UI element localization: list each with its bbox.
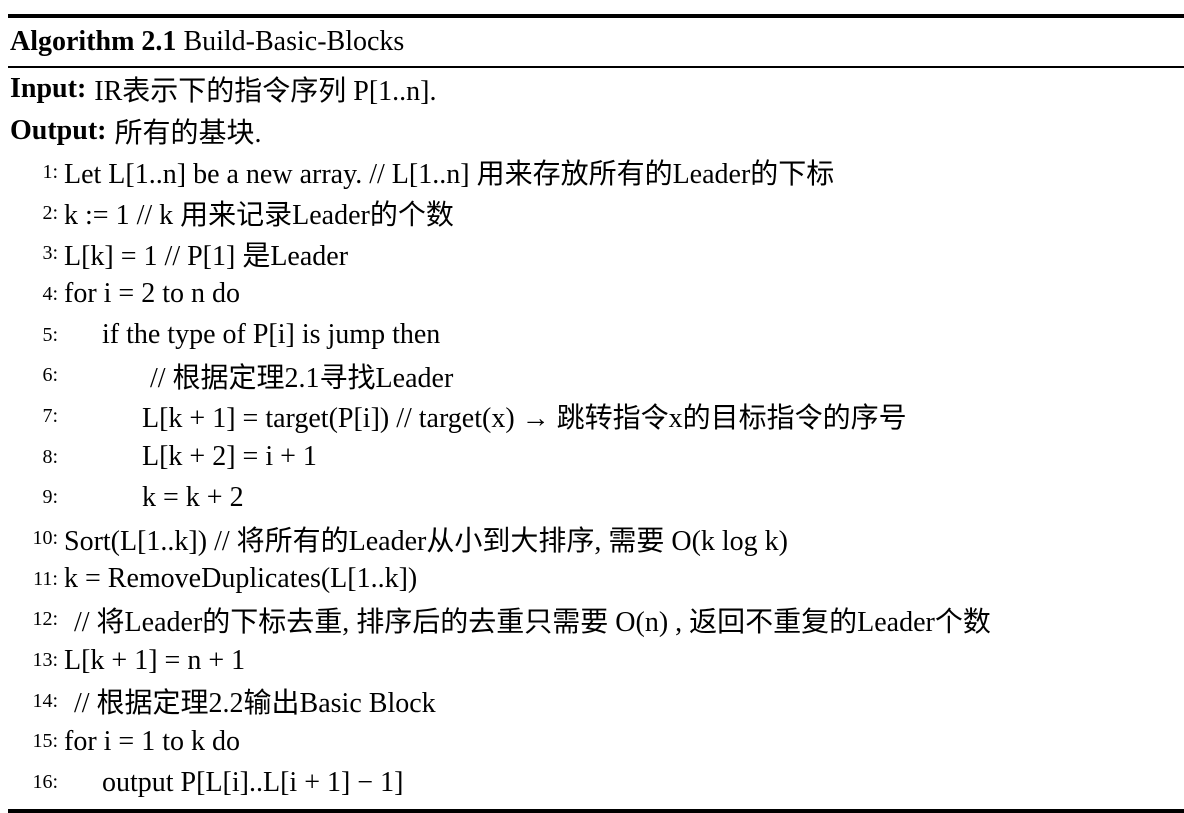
algorithm-line: 12: // 将Leader的下标去重, 排序后的去重只需要 O(n) , 返回…	[8, 600, 1184, 641]
algorithm-line: 11: k = RemoveDuplicates(L[1..k])	[8, 559, 1184, 600]
output-label: Output:	[10, 115, 107, 146]
algorithm-label: Algorithm 2.1	[10, 26, 177, 57]
line-number: 4:	[42, 282, 58, 305]
algorithm-line: 16: output P[L[i]..L[i + 1] − 1]	[8, 762, 1184, 803]
input-line: Input: IR表示下的指令序列 P[1..n].	[8, 68, 1184, 110]
line-text: L[k + 1] = target(P[i]) // target(x) → 跳…	[142, 403, 907, 435]
algorithm-line: 2: k := 1 // k 用来记录Leader的个数	[8, 193, 1184, 234]
line-text: L[k + 2] = i + 1	[142, 441, 317, 473]
algorithm-line: 6: // 根据定理2.1寻找Leader	[8, 355, 1184, 396]
line-number: 13:	[32, 649, 58, 672]
line-text: // 将Leader的下标去重, 排序后的去重只需要 O(n) , 返回不重复的…	[74, 606, 991, 638]
line-number: 2:	[42, 201, 58, 224]
line-number: 3:	[42, 242, 58, 265]
output-line: Output: 所有的基块.	[8, 110, 1184, 152]
algorithm-line: 14: // 根据定理2.2输出Basic Block	[8, 681, 1184, 722]
line-text: Sort(L[1..k]) // 将所有的Leader从小到大排序, 需要 O(…	[64, 525, 788, 557]
algorithm-lines: 1: Let L[1..n] be a new array. // L[1..n…	[8, 152, 1184, 803]
algorithm-line: 1: Let L[1..n] be a new array. // L[1..n…	[8, 152, 1184, 193]
algorithm-caption: Algorithm 2.1 Build-Basic-Blocks	[8, 18, 1184, 66]
algorithm-line: 10: Sort(L[1..k]) // 将所有的Leader从小到大排序, 需…	[8, 518, 1184, 559]
line-text: k := 1 // k 用来记录Leader的个数	[64, 200, 454, 232]
algorithm-line: 9: k = k + 2	[8, 478, 1184, 519]
algorithm-line: 7: L[k + 1] = target(P[i]) // target(x) …	[8, 396, 1184, 437]
algorithm-line: 3: L[k] = 1 // P[1] 是Leader	[8, 233, 1184, 274]
line-number: 12:	[32, 608, 58, 631]
algorithm-line: 15: for i = 1 to k do	[8, 722, 1184, 763]
line-number: 9:	[42, 486, 58, 509]
line-number: 1:	[42, 160, 58, 183]
line-text: // 根据定理2.2输出Basic Block	[74, 688, 436, 720]
algorithm-box: Algorithm 2.1 Build-Basic-Blocks Input: I…	[8, 14, 1184, 813]
line-text: if the type of P[i] is jump then	[102, 319, 441, 351]
line-number: 8:	[42, 445, 58, 468]
line-text: for i = 1 to k do	[64, 725, 240, 757]
input-label: Input:	[10, 73, 87, 104]
algorithm-title: Build-Basic-Blocks	[183, 26, 405, 57]
algorithm-line: 13: L[k + 1] = n + 1	[8, 640, 1184, 681]
line-text: L[k] = 1 // P[1] 是Leader	[64, 240, 349, 272]
line-number: 5:	[42, 323, 58, 346]
line-text: L[k + 1] = n + 1	[64, 644, 246, 676]
line-text: // 根据定理2.1寻找Leader	[150, 362, 454, 394]
line-number: 11:	[33, 567, 58, 590]
line-number: 15:	[32, 730, 58, 753]
line-number: 16:	[32, 771, 58, 794]
output-text: 所有的基块.	[114, 118, 262, 149]
algorithm-line: 8: L[k + 2] = i + 1	[8, 437, 1184, 478]
line-number: 7:	[42, 404, 58, 427]
algorithm-line: 4: for i = 2 to n do	[8, 274, 1184, 315]
line-number: 6:	[42, 364, 58, 387]
algorithm-line: 5: if the type of P[i] is jump then	[8, 315, 1184, 356]
line-text: k = k + 2	[142, 481, 244, 513]
line-number: 14:	[32, 689, 58, 712]
line-text: k = RemoveDuplicates(L[1..k])	[64, 563, 418, 595]
line-text: Let L[1..n] be a new array. // L[1..n] 用…	[64, 159, 835, 191]
line-text: for i = 2 to n do	[64, 278, 240, 310]
line-text: output P[L[i]..L[i + 1] − 1]	[102, 766, 404, 798]
input-text: IR表示下的指令序列 P[1..n].	[94, 76, 437, 107]
line-number: 10:	[32, 527, 58, 550]
